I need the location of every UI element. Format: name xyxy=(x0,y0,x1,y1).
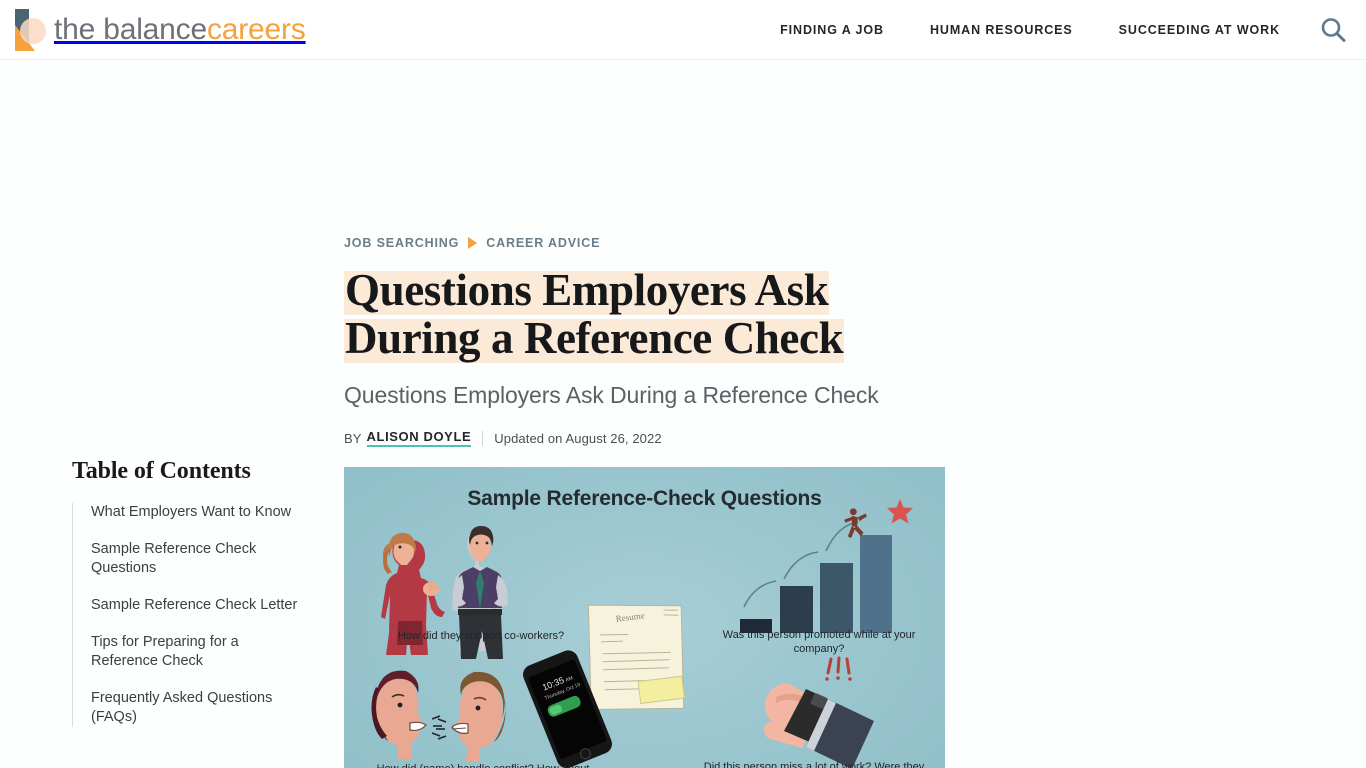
main-navigation: FINDING A JOB HUMAN RESOURCES SUCCEEDING… xyxy=(757,14,1366,46)
hero-illustration: Sample Reference-Check Questions Resume … xyxy=(344,467,945,768)
illustration-hand-with-watch xyxy=(764,656,874,768)
toc-title: Table of Contents xyxy=(72,458,251,484)
nav-finding-a-job[interactable]: FINDING A JOB xyxy=(757,23,907,37)
logo-text-primary: the balance xyxy=(54,12,207,46)
hero-caption-bottom-right: Did this person miss a lot of work? Were… xyxy=(703,761,925,768)
article: JOB SEARCHING CAREER ADVICE Questions Em… xyxy=(344,60,945,768)
list-item: Sample Reference Check Letter xyxy=(91,596,307,615)
toc-item-what-employers-want-to-know[interactable]: What Employers Want to Know xyxy=(91,503,307,522)
breadcrumb: JOB SEARCHING CAREER ADVICE xyxy=(344,236,945,250)
toc-item-sample-reference-check-questions[interactable]: Sample Reference Check Questions xyxy=(91,540,307,578)
search-button[interactable] xyxy=(1317,14,1349,46)
breadcrumb-job-searching[interactable]: JOB SEARCHING xyxy=(344,236,459,250)
hero-caption-bottom-left: How did (name) handle conflict? How abou… xyxy=(358,763,608,768)
breadcrumb-arrow-icon xyxy=(468,237,478,249)
byline: BY ALISON DOYLE Updated on August 26, 20… xyxy=(344,429,945,447)
site-header: the balancecareers FINDING A JOB HUMAN R… xyxy=(0,0,1366,60)
byline-by-label: BY xyxy=(344,430,362,446)
illustration-conflict-faces xyxy=(371,670,506,762)
logo-text-accent: careers xyxy=(206,12,306,46)
hero-caption-top-right: Was this person promoted while at your c… xyxy=(722,629,916,655)
breadcrumb-career-advice[interactable]: CAREER ADVICE xyxy=(486,236,600,250)
article-subhead: Questions Employers Ask During a Referen… xyxy=(344,382,879,408)
hero-caption-top-left: How did they support co-workers? xyxy=(397,630,565,642)
table-of-contents: Table of Contents What Employers Want to… xyxy=(72,458,307,727)
list-item: Tips for Preparing for a Reference Check xyxy=(91,633,307,671)
byline-divider xyxy=(482,430,484,446)
logo-mark-icon xyxy=(13,8,46,51)
page-title-line-2: During a Reference Check xyxy=(344,313,845,363)
illustration-growth-chart xyxy=(740,499,913,633)
page-body: Table of Contents What Employers Want to… xyxy=(0,60,1366,768)
list-item: Sample Reference Check Questions xyxy=(91,540,307,578)
list-item: What Employers Want to Know xyxy=(91,503,307,522)
toc-list: What Employers Want to Know Sample Refer… xyxy=(72,503,307,727)
hero-artwork: Resume 10:35 AM Thursday, Oct 19 xyxy=(371,499,913,768)
search-icon xyxy=(1321,17,1346,42)
author-link[interactable]: ALISON DOYLE xyxy=(366,429,472,447)
site-logo[interactable]: the balancecareers xyxy=(13,0,306,60)
toc-item-faqs[interactable]: Frequently Asked Questions (FAQs) xyxy=(91,689,307,727)
nav-human-resources[interactable]: HUMAN RESOURCES xyxy=(907,23,1096,37)
page-title: Questions Employers Ask During a Referen… xyxy=(344,265,945,363)
list-item: Frequently Asked Questions (FAQs) xyxy=(91,689,307,727)
toc-item-tips-for-preparing[interactable]: Tips for Preparing for a Reference Check xyxy=(91,633,307,671)
toc-item-sample-reference-check-letter[interactable]: Sample Reference Check Letter xyxy=(91,596,307,615)
updated-date: Updated on August 26, 2022 xyxy=(494,430,662,446)
page-title-line-1: Questions Employers Ask xyxy=(344,265,830,315)
nav-succeeding-at-work[interactable]: SUCCEEDING AT WORK xyxy=(1096,23,1303,37)
logo-text: the balancecareers xyxy=(54,13,306,47)
illustration-phone-and-resume: Resume 10:35 AM Thursday, Oct 19 xyxy=(523,604,685,768)
